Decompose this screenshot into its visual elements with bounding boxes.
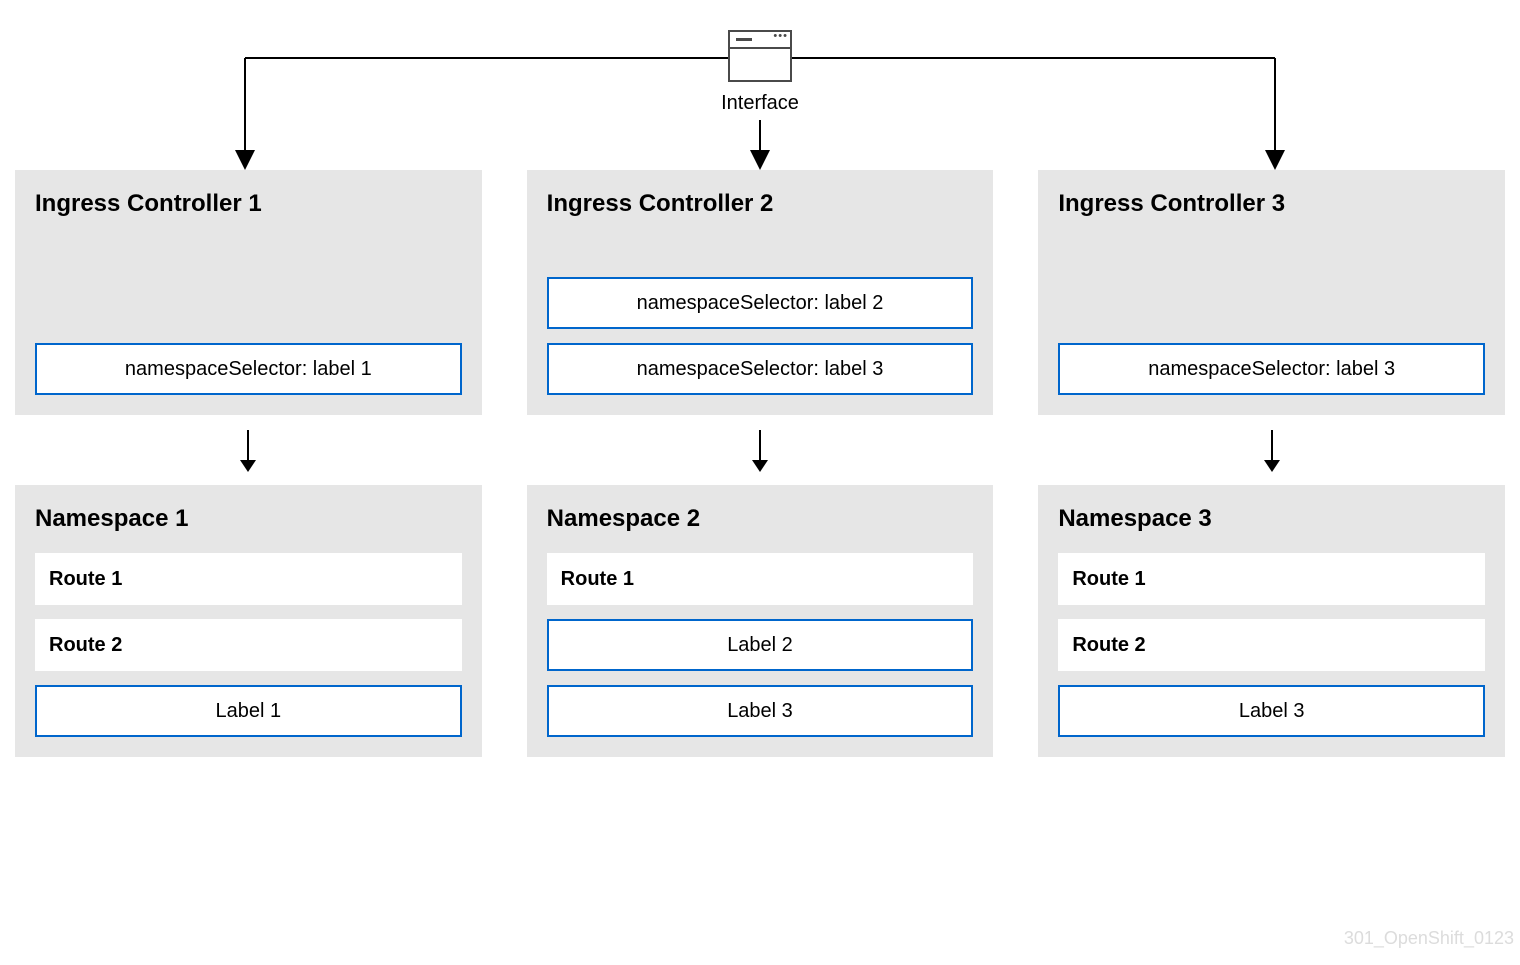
watermark-text: 301_OpenShift_0123 bbox=[1344, 928, 1514, 949]
arrow-gap bbox=[527, 415, 994, 485]
route-box: Route 2 bbox=[1058, 619, 1485, 671]
ingress-controller-panel-3: Ingress Controller 3 namespaceSelector: … bbox=[1038, 170, 1505, 415]
route-box: Route 1 bbox=[547, 553, 974, 605]
namespace-title: Namespace 2 bbox=[547, 505, 974, 533]
ingress-controller-panel-1: Ingress Controller 1 namespaceSelector: … bbox=[15, 170, 482, 415]
interface-label: Interface bbox=[721, 92, 799, 115]
namespace-selector-box: namespaceSelector: label 3 bbox=[547, 343, 974, 395]
controller-title: Ingress Controller 2 bbox=[547, 190, 974, 218]
down-arrow-icon bbox=[247, 430, 249, 470]
ingress-controller-panel-2: Ingress Controller 2 namespaceSelector: … bbox=[527, 170, 994, 415]
route-box: Route 1 bbox=[1058, 553, 1485, 605]
namespace-panel-1: Namespace 1 Route 1 Route 2 Label 1 bbox=[15, 485, 482, 757]
route-box: Route 1 bbox=[35, 553, 462, 605]
namespace-panel-2: Namespace 2 Route 1 Label 2 Label 3 bbox=[527, 485, 994, 757]
namespace-title: Namespace 1 bbox=[35, 505, 462, 533]
label-box: Label 1 bbox=[35, 685, 462, 737]
namespace-selector-box: namespaceSelector: label 2 bbox=[547, 277, 974, 329]
columns-container: Ingress Controller 1 namespaceSelector: … bbox=[15, 170, 1505, 757]
label-box: Label 2 bbox=[547, 619, 974, 671]
down-arrow-icon bbox=[759, 430, 761, 470]
label-box: Label 3 bbox=[547, 685, 974, 737]
column-1: Ingress Controller 1 namespaceSelector: … bbox=[15, 170, 482, 757]
namespace-selector-box: namespaceSelector: label 1 bbox=[35, 343, 462, 395]
down-arrow-icon bbox=[1271, 430, 1273, 470]
controller-title: Ingress Controller 3 bbox=[1058, 190, 1485, 218]
namespace-selector-box: namespaceSelector: label 3 bbox=[1058, 343, 1485, 395]
namespace-panel-3: Namespace 3 Route 1 Route 2 Label 3 bbox=[1038, 485, 1505, 757]
arrow-gap bbox=[15, 415, 482, 485]
arrow-gap bbox=[1038, 415, 1505, 485]
label-box: Label 3 bbox=[1058, 685, 1485, 737]
route-box: Route 2 bbox=[35, 619, 462, 671]
controller-title: Ingress Controller 1 bbox=[35, 190, 462, 218]
column-2: Ingress Controller 2 namespaceSelector: … bbox=[527, 170, 994, 757]
diagram-root: Interface Ingress Controller 1 namespace… bbox=[0, 0, 1520, 965]
interface-icon bbox=[728, 30, 792, 82]
column-3: Ingress Controller 3 namespaceSelector: … bbox=[1038, 170, 1505, 757]
namespace-title: Namespace 3 bbox=[1058, 505, 1485, 533]
